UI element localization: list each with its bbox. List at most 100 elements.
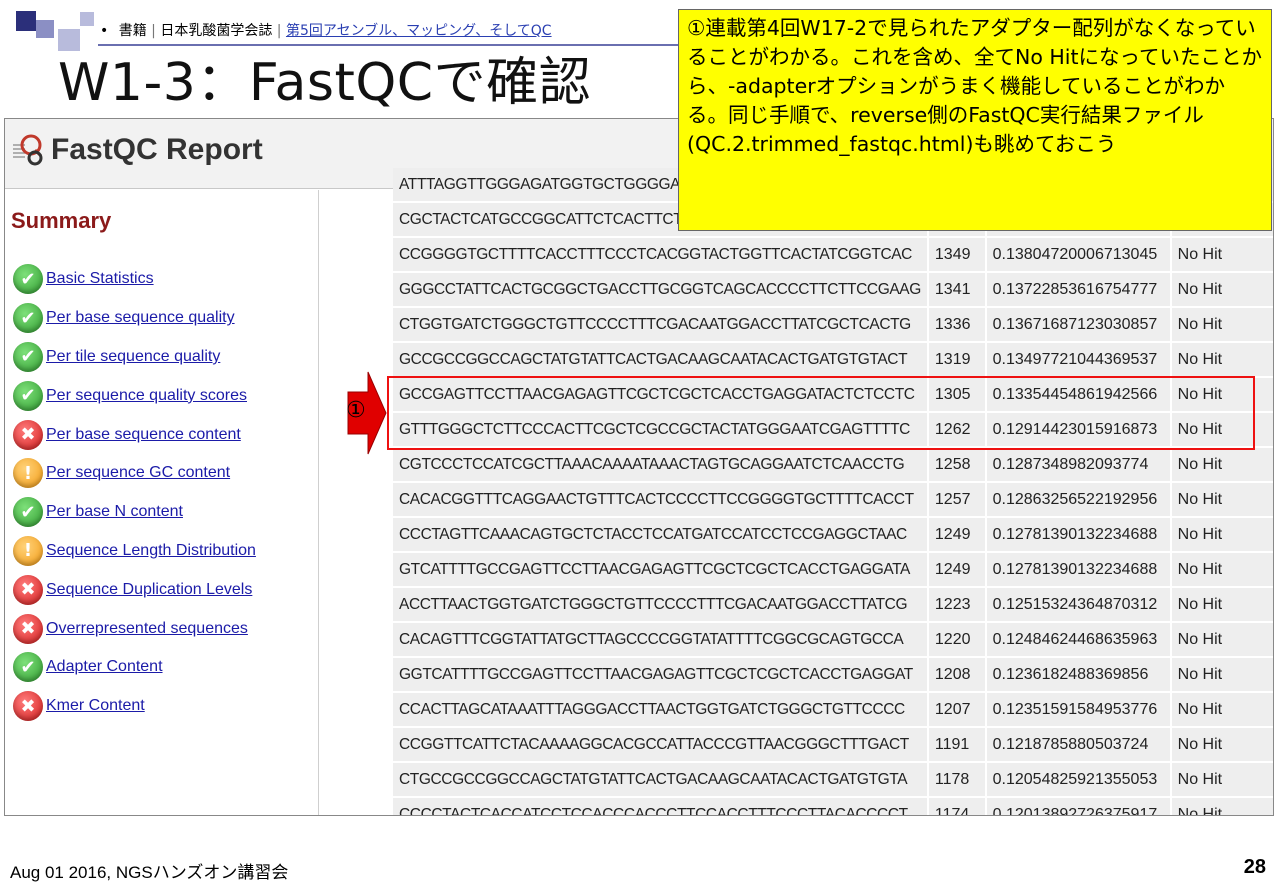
source-cell: No Hit: [1171, 623, 1273, 656]
percentage-cell: 0.13497721044369537: [986, 343, 1170, 376]
module-item: ✔ Per sequence quality scores: [13, 376, 256, 415]
module-link[interactable]: Per sequence GC content: [46, 464, 230, 482]
breadcrumb-book: 書籍: [118, 23, 147, 39]
percentage-cell: 0.12863256522192956: [986, 483, 1170, 516]
pass-check-icon: ✔: [13, 264, 43, 295]
slide-decoration-square: [16, 11, 36, 31]
source-cell: No Hit: [1171, 588, 1273, 621]
module-link[interactable]: Per base sequence quality: [46, 309, 235, 327]
overrepresented-sequences-table: ATTTAGGTTGGGAGATGGTGCTGGGGATCTGAGGAAGGTT…: [391, 168, 1273, 815]
percentage-cell: 0.12781390132234688: [986, 553, 1170, 586]
module-link[interactable]: Kmer Content: [46, 697, 145, 715]
source-cell: No Hit: [1171, 518, 1273, 551]
module-item: ✖ Kmer Content: [13, 687, 256, 726]
source-cell: No Hit: [1171, 763, 1273, 796]
source-cell: No Hit: [1171, 273, 1273, 306]
source-cell: No Hit: [1171, 658, 1273, 691]
percentage-cell: 0.12515324364870312: [986, 588, 1170, 621]
annotation-callout: ①連載第4回W17-2で見られたアダプター配列がなくなっていることがわかる。これ…: [678, 9, 1272, 231]
warning-icon: !: [13, 458, 43, 489]
table-row: GGGCCTATTCACTGCGGCTGACCTTGCGGTCAGCACCCCT…: [393, 273, 1273, 306]
fail-cross-icon: ✖: [13, 419, 43, 450]
sequence-cell: CCCCTACTCACCATCCTCCACCCACCCTTCCACCTTTCCC…: [393, 798, 927, 815]
sequence-cell: CTGCCGCCGGCCAGCTATGTATTCACTGACAAGCAATACA…: [393, 763, 927, 796]
summary-sidebar: Summary ✔ Basic Statistics ✔ Per base seque…: [5, 190, 319, 815]
footer-text: Aug 01 2016, NGSハンズオン講習会: [10, 863, 289, 882]
sequence-cell: GTCATTTTGCCGAGTTCCTTAACGAGAGTTCGCTCGCTCA…: [393, 553, 927, 586]
source-cell: No Hit: [1171, 343, 1273, 376]
module-link[interactable]: Per tile sequence quality: [46, 348, 220, 366]
highlight-box: [387, 376, 1255, 450]
module-link[interactable]: Per base N content: [46, 503, 183, 521]
table-row: GTCATTTTGCCGAGTTCCTTAACGAGAGTTCGCTCGCTCA…: [393, 553, 1273, 586]
pass-check-icon: ✔: [13, 341, 43, 372]
count-cell: 1249: [928, 518, 985, 551]
breadcrumb: • 書籍 | 日本乳酸菌学会誌 | 第5回アセンブル、マッピング、そしてQC: [100, 20, 552, 40]
percentage-cell: 0.1236182488369856: [986, 658, 1170, 691]
table-row: GCCGCCGGCCAGCTATGTATTCACTGACAAGCAATACACT…: [393, 343, 1273, 376]
count-cell: 1249: [928, 553, 985, 586]
sequence-cell: ACCTTAACTGGTGATCTGGGCTGTTCCCCTTTCGACAATG…: [393, 588, 927, 621]
module-link[interactable]: Basic Statistics: [46, 270, 154, 288]
source-cell: No Hit: [1171, 238, 1273, 271]
pass-check-icon: ✔: [13, 497, 43, 528]
table-row: CTGCCGCCGGCCAGCTATGTATTCACTGACAAGCAATACA…: [393, 763, 1273, 796]
fail-cross-icon: ✖: [13, 613, 43, 644]
sequence-cell: CCACTTAGCATAAATTTAGGGACCTTAACTGGTGATCTGG…: [393, 693, 927, 726]
table-row: CACAGTTTCGGTATTATGCTTAGCCCCGGTATATTTTCGG…: [393, 623, 1273, 656]
sequence-cell: CTGGTGATCTGGGCTGTTCCCCTTTCGACAATGGACCTTA…: [393, 308, 927, 341]
module-item: ✔ Adapter Content: [13, 648, 256, 687]
breadcrumb-bullet: •: [100, 23, 109, 39]
table-row: CGTCCCTCCATCGCTTAAACAAAATAAACTAGTGCAGGAA…: [393, 448, 1273, 481]
count-cell: 1223: [928, 588, 985, 621]
module-link[interactable]: Per sequence quality scores: [46, 387, 247, 405]
table-row: CCGGGGTGCTTTTCACCTTTCCCTCACGGTACTGGTTCAC…: [393, 238, 1273, 271]
percentage-cell: 0.13804720006713045: [986, 238, 1170, 271]
sequence-cell: CACACGGTTTCAGGAACTGTTTCACTCCCCTTCCGGGGTG…: [393, 483, 927, 516]
module-item: ✔ Per tile sequence quality: [13, 338, 256, 377]
breadcrumb-separator: |: [151, 23, 156, 39]
pass-check-icon: ✔: [13, 380, 43, 411]
breadcrumb-journal: 日本乳酸菌学会誌: [160, 23, 273, 39]
module-item: ✖ Per base sequence content: [13, 415, 256, 454]
slide-title: W1-3：FastQCで確認: [58, 53, 592, 113]
source-cell: No Hit: [1171, 308, 1273, 341]
header-rule: [98, 44, 678, 46]
percentage-cell: 0.12054825921355053: [986, 763, 1170, 796]
count-cell: 1174: [928, 798, 985, 815]
module-item: ✖ Sequence Duplication Levels: [13, 570, 256, 609]
table-row: GGTCATTTTGCCGAGTTCCTTAACGAGAGTTCGCTCGCTC…: [393, 658, 1273, 691]
slide-decoration-square: [36, 20, 54, 38]
count-cell: 1341: [928, 273, 985, 306]
module-item: ✔ Basic Statistics: [13, 260, 256, 299]
module-link[interactable]: Sequence Duplication Levels: [46, 581, 252, 599]
count-cell: 1207: [928, 693, 985, 726]
module-link[interactable]: Adapter Content: [46, 658, 163, 676]
module-item: ✔ Per base N content: [13, 493, 256, 532]
sequence-cell: CGTCCCTCCATCGCTTAAACAAAATAAACTAGTGCAGGAA…: [393, 448, 927, 481]
table-row: CCGGTTCATTCTACAAAAGGCACGCCATTACCCGTTAACG…: [393, 728, 1273, 761]
source-cell: No Hit: [1171, 553, 1273, 586]
report-title: FastQC Report: [51, 133, 263, 166]
module-link[interactable]: Overrepresented sequences: [46, 620, 248, 638]
sequence-cell: GGGCCTATTCACTGCGGCTGACCTTGCGGTCAGCACCCCT…: [393, 273, 927, 306]
percentage-cell: 0.12781390132234688: [986, 518, 1170, 551]
slide-decoration-square: [80, 12, 94, 26]
pass-check-icon: ✔: [13, 652, 43, 683]
source-cell: No Hit: [1171, 728, 1273, 761]
fastqc-logo-icon: [13, 134, 43, 166]
percentage-cell: 0.12351591584953776: [986, 693, 1170, 726]
source-cell: No Hit: [1171, 693, 1273, 726]
table-row: CACACGGTTTCAGGAACTGTTTCACTCCCCTTCCGGGGTG…: [393, 483, 1273, 516]
percentage-cell: 0.1287348982093774: [986, 448, 1170, 481]
count-cell: 1258: [928, 448, 985, 481]
warning-icon: !: [13, 535, 43, 566]
count-cell: 1336: [928, 308, 985, 341]
count-cell: 1319: [928, 343, 985, 376]
breadcrumb-article-link[interactable]: 第5回アセンブル、マッピング、そしてQC: [286, 23, 552, 39]
module-link[interactable]: Sequence Length Distribution: [46, 542, 256, 560]
module-link[interactable]: Per base sequence content: [46, 426, 241, 444]
sequence-cell: CCCTAGTTCAAACAGTGCTCTACCTCCATGATCCATCCTC…: [393, 518, 927, 551]
count-cell: 1349: [928, 238, 985, 271]
table-row: CCACTTAGCATAAATTTAGGGACCTTAACTGGTGATCTGG…: [393, 693, 1273, 726]
